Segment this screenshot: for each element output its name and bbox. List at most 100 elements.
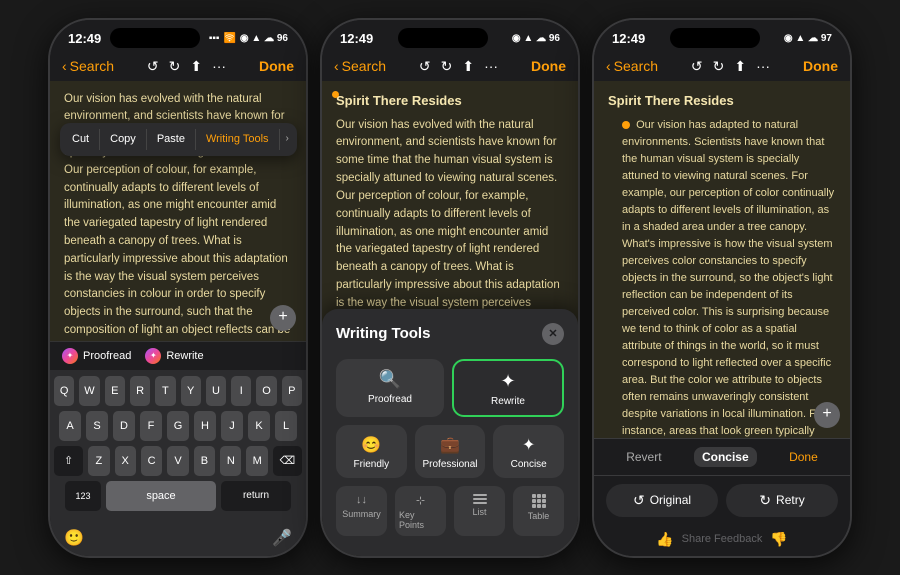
key-a[interactable]: A	[59, 411, 81, 441]
nav-icons-1: ↺ ↻ ⬆ ···	[147, 58, 226, 75]
share-icon-3[interactable]: ⬆	[734, 58, 746, 75]
key-backspace[interactable]: ⌫	[273, 446, 302, 476]
key-g[interactable]: G	[167, 411, 189, 441]
share-icon[interactable]: ⬆	[190, 58, 202, 75]
rewrite-button[interactable]: ✦ Rewrite	[145, 348, 203, 364]
keypoints-tool[interactable]: ⊹ Key Points	[395, 486, 446, 536]
status-icons-1: ▪▪▪ 🛜 ◉ ▲ ☁ 96	[209, 33, 288, 44]
key-e[interactable]: E	[105, 376, 125, 406]
list-tool[interactable]: List	[454, 486, 505, 536]
key-s[interactable]: S	[86, 411, 108, 441]
phone-2: 12:49 ◉ ▲ ☁ 96 ‹ Search ↺ ↻ ⬆ ··· Done S…	[320, 18, 580, 558]
key-h[interactable]: H	[194, 411, 216, 441]
key-v[interactable]: V	[167, 446, 188, 476]
compose-icon[interactable]: ↺	[147, 58, 159, 75]
compose-icon-3[interactable]: ↺	[691, 58, 703, 75]
more-icon[interactable]: ···	[212, 58, 226, 74]
concise-option[interactable]: Concise	[694, 447, 757, 467]
proofread-button[interactable]: ✦ Proofread	[62, 348, 131, 364]
retry-button[interactable]: ↻ Retry	[726, 484, 838, 517]
thumbs-up-icon[interactable]: 👍	[656, 531, 673, 548]
nav-back-3[interactable]: ‹ Search	[606, 58, 658, 74]
key-d[interactable]: D	[113, 411, 135, 441]
key-y[interactable]: Y	[181, 376, 201, 406]
key-r[interactable]: R	[130, 376, 150, 406]
key-t[interactable]: T	[155, 376, 175, 406]
original-icon: ↺	[633, 492, 645, 509]
key-m[interactable]: M	[246, 446, 267, 476]
nav-back-2[interactable]: ‹ Search	[334, 58, 386, 74]
redo-icon-2[interactable]: ↻	[441, 58, 453, 75]
plus-button-3[interactable]: +	[814, 402, 840, 428]
panel-title: Writing Tools	[336, 325, 430, 342]
share-icon-2[interactable]: ⬆	[462, 58, 474, 75]
battery-icon: ◉ ▲ ☁ 96	[240, 33, 288, 44]
key-k[interactable]: K	[248, 411, 270, 441]
key-shift[interactable]: ⇧	[54, 446, 83, 476]
key-p[interactable]: P	[282, 376, 302, 406]
key-i[interactable]: I	[231, 376, 251, 406]
status-bar-3: 12:49 ◉ ▲ ☁ 97	[594, 20, 850, 54]
key-n[interactable]: N	[220, 446, 241, 476]
concise-label: Concise	[511, 459, 547, 470]
nav-done-1[interactable]: Done	[259, 58, 294, 74]
nav-done-2[interactable]: Done	[531, 58, 566, 74]
rewrite-tool[interactable]: ✦ Rewrite	[452, 359, 564, 417]
key-o[interactable]: O	[256, 376, 276, 406]
key-c[interactable]: C	[141, 446, 162, 476]
retry-label: Retry	[776, 493, 805, 507]
proofread-tool[interactable]: 🔍 Proofread	[336, 359, 444, 417]
note-text-1[interactable]: Our vision has evolved with the natural …	[50, 81, 306, 341]
more-icon-2[interactable]: ···	[484, 58, 498, 74]
thumbs-down-icon[interactable]: 👎	[770, 531, 787, 548]
key-u[interactable]: U	[206, 376, 226, 406]
nav-back-label-1[interactable]: Search	[70, 58, 114, 74]
key-return[interactable]: return	[221, 481, 291, 511]
plus-button-1[interactable]: +	[270, 305, 296, 331]
original-button[interactable]: ↺ Original	[606, 484, 718, 517]
table-tool[interactable]: Table	[513, 486, 564, 536]
cut-button[interactable]: Cut	[62, 129, 100, 150]
note-text-3[interactable]: Spirit There Resides Our vision has adap…	[594, 81, 850, 438]
key-l[interactable]: L	[275, 411, 297, 441]
nav-back-1[interactable]: ‹ Search	[62, 58, 114, 74]
compose-icon-2[interactable]: ↺	[419, 58, 431, 75]
concise-tool[interactable]: ✦ Concise	[493, 425, 564, 478]
close-panel-button[interactable]: ✕	[542, 323, 564, 345]
summary-tool[interactable]: ↓↓ Summary	[336, 486, 387, 536]
writing-tools-button[interactable]: Writing Tools	[196, 129, 280, 150]
key-w[interactable]: W	[79, 376, 99, 406]
nav-bar-2: ‹ Search ↺ ↻ ⬆ ··· Done	[322, 54, 578, 81]
emoji-icon[interactable]: 🙂	[64, 528, 84, 548]
key-f[interactable]: F	[140, 411, 162, 441]
friendly-tool[interactable]: 😊 Friendly	[336, 425, 407, 478]
key-123[interactable]: 123	[65, 481, 101, 511]
key-q[interactable]: Q	[54, 376, 74, 406]
keypoints-icon: ⊹	[416, 494, 425, 507]
original-label: Original	[650, 493, 691, 507]
copy-button[interactable]: Copy	[100, 129, 147, 150]
keyboard-row-3: ⇧ Z X C V B N M ⌫	[54, 446, 302, 476]
nav-done-3[interactable]: Done	[803, 58, 838, 74]
professional-tool[interactable]: 💼 Professional	[415, 425, 486, 478]
redo-icon-3[interactable]: ↻	[713, 58, 725, 75]
nav-back-label-3[interactable]: Search	[614, 58, 658, 74]
key-x[interactable]: X	[115, 446, 136, 476]
phone-3: 12:49 ◉ ▲ ☁ 97 ‹ Search ↺ ↻ ⬆ ··· Done S…	[592, 18, 852, 558]
mic-icon[interactable]: 🎤	[272, 528, 292, 548]
more-icon-3[interactable]: ···	[756, 58, 770, 74]
paste-button[interactable]: Paste	[147, 129, 196, 150]
keyboard-row-4: 123 space return	[54, 481, 302, 511]
done-option[interactable]: Done	[781, 447, 826, 467]
key-b[interactable]: B	[194, 446, 215, 476]
key-j[interactable]: J	[221, 411, 243, 441]
feedback-text[interactable]: Share Feedback	[682, 533, 763, 545]
keyboard-1[interactable]: Q W E R T Y U I O P A S D F G H J K L	[50, 370, 306, 524]
key-space[interactable]: space	[106, 481, 216, 511]
nav-bar-3: ‹ Search ↺ ↻ ⬆ ··· Done	[594, 54, 850, 81]
redo-icon[interactable]: ↻	[169, 58, 181, 75]
status-icons-2: ◉ ▲ ☁ 96	[512, 33, 560, 44]
nav-back-label-2[interactable]: Search	[342, 58, 386, 74]
revert-option[interactable]: Revert	[618, 447, 669, 467]
key-z[interactable]: Z	[88, 446, 109, 476]
